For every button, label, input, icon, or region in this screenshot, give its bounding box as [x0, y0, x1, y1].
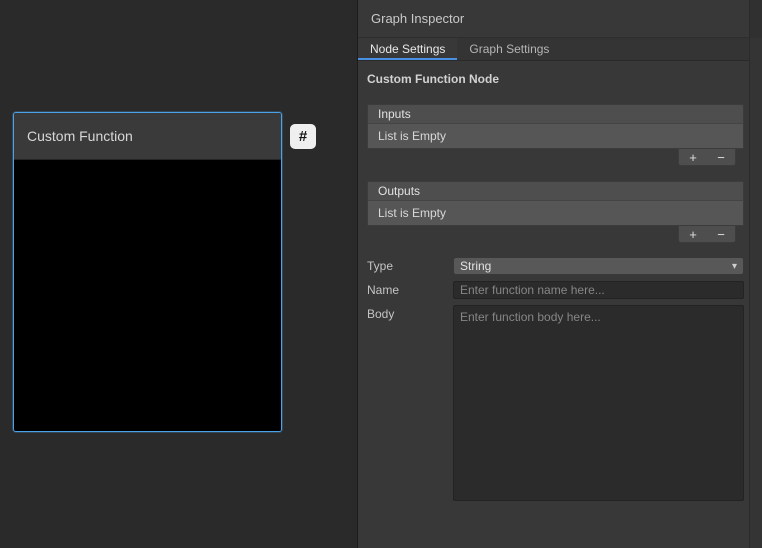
- outputs-list-footer: + −: [367, 226, 744, 243]
- graph-inspector-panel: Graph Inspector Node Settings Graph Sett…: [357, 0, 762, 548]
- function-body-textarea[interactable]: [453, 305, 744, 501]
- tab-node-settings[interactable]: Node Settings: [358, 38, 457, 60]
- type-dropdown-value: String: [460, 259, 491, 273]
- tab-graph-settings[interactable]: Graph Settings: [457, 38, 561, 60]
- outputs-list-empty-row: List is Empty: [367, 201, 744, 226]
- inspector-content: Custom Function Node Inputs List is Empt…: [358, 62, 748, 501]
- name-label: Name: [367, 281, 453, 299]
- outputs-footer-bar: + −: [678, 226, 736, 243]
- type-field-row: Type String ▾: [367, 257, 744, 275]
- body-field-row: Body: [367, 305, 744, 501]
- outputs-list-header-label: Outputs: [378, 184, 420, 198]
- body-label: Body: [367, 305, 453, 321]
- inputs-list-header-label: Inputs: [378, 107, 411, 121]
- function-name-input[interactable]: [453, 281, 744, 299]
- chevron-down-icon: ▾: [732, 261, 737, 272]
- name-field-row: Name: [367, 281, 744, 299]
- inspector-tabbar: Node Settings Graph Settings: [358, 38, 762, 61]
- type-label: Type: [367, 257, 453, 275]
- inputs-remove-button[interactable]: −: [707, 150, 735, 165]
- scrollbar-corner: [750, 0, 762, 38]
- outputs-list: Outputs List is Empty + −: [367, 181, 744, 243]
- inputs-list-empty-row: List is Empty: [367, 124, 744, 149]
- tab-graph-settings-label: Graph Settings: [469, 42, 549, 56]
- inputs-add-button[interactable]: +: [679, 150, 707, 165]
- inputs-empty-label: List is Empty: [378, 129, 446, 143]
- inputs-list-header: Inputs: [367, 104, 744, 124]
- inputs-list: Inputs List is Empty + −: [367, 104, 744, 166]
- inspector-title: Graph Inspector: [358, 0, 762, 38]
- node-fields: Type String ▾ Name Body: [367, 257, 744, 501]
- outputs-add-button[interactable]: +: [679, 227, 707, 242]
- hash-icon[interactable]: #: [290, 124, 316, 149]
- outputs-list-header: Outputs: [367, 181, 744, 201]
- type-dropdown[interactable]: String ▾: [453, 257, 744, 275]
- inputs-footer-bar: + −: [678, 149, 736, 166]
- node-preview-body: [14, 160, 281, 431]
- node-title: Custom Function: [27, 128, 133, 144]
- outputs-empty-label: List is Empty: [378, 206, 446, 220]
- node-settings-section-title: Custom Function Node: [367, 72, 744, 86]
- tab-node-settings-label: Node Settings: [370, 42, 445, 56]
- outputs-remove-button[interactable]: −: [707, 227, 735, 242]
- custom-function-node[interactable]: Custom Function: [13, 112, 282, 432]
- node-header[interactable]: Custom Function: [14, 113, 281, 160]
- inspector-scrollbar[interactable]: [749, 0, 762, 548]
- inputs-list-footer: + −: [367, 149, 744, 166]
- graph-canvas[interactable]: Custom Function #: [0, 0, 357, 548]
